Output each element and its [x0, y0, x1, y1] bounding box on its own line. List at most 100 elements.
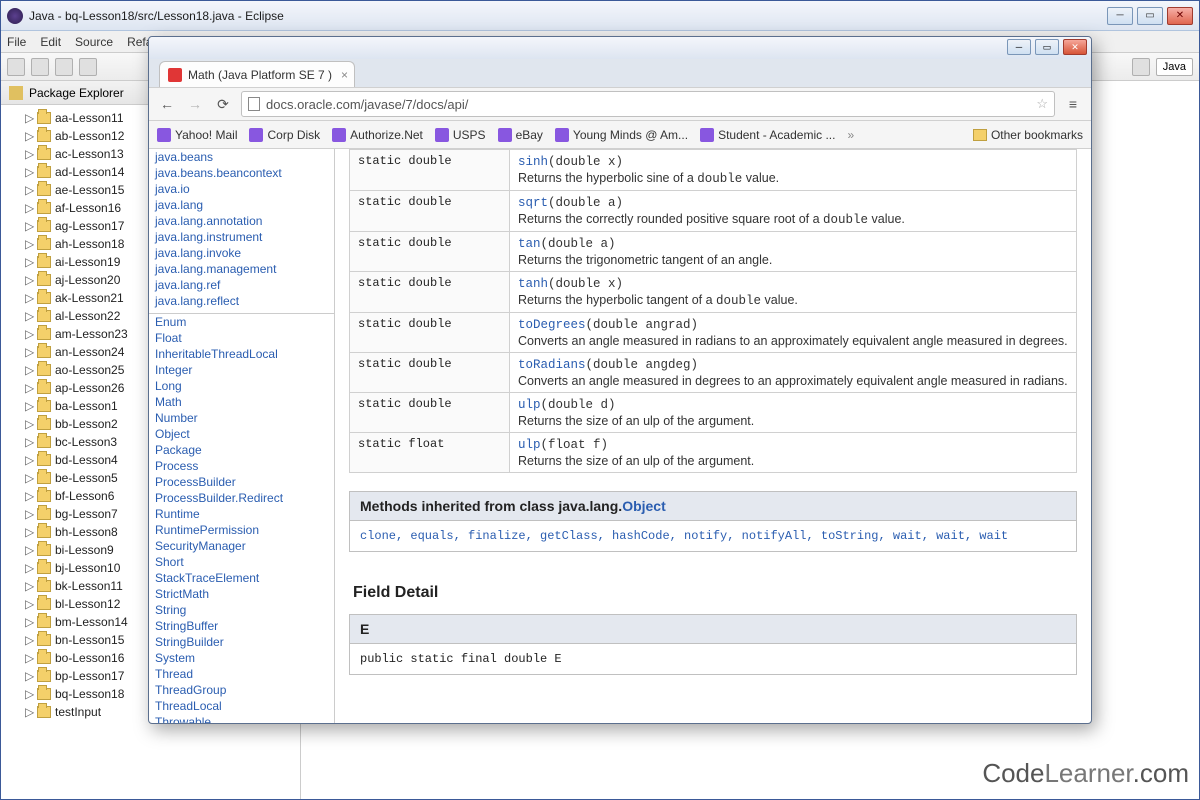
- class-link[interactable]: Enum: [149, 314, 334, 330]
- close-button[interactable]: ✕: [1167, 7, 1193, 25]
- tab-close-icon[interactable]: ×: [341, 68, 348, 82]
- menu-icon[interactable]: ≡: [1063, 94, 1083, 114]
- menu-file[interactable]: File: [7, 35, 26, 49]
- package-link[interactable]: java.lang.ref: [149, 277, 334, 293]
- chrome-minimize-button[interactable]: ─: [1007, 39, 1031, 55]
- save-all-icon[interactable]: [55, 58, 73, 76]
- class-link[interactable]: StackTraceElement: [149, 570, 334, 586]
- class-link[interactable]: SecurityManager: [149, 538, 334, 554]
- class-link[interactable]: Throwable: [149, 714, 334, 723]
- method-row: static doubletoRadians(double angdeg)Con…: [350, 353, 1077, 393]
- bookmarks-bar: Yahoo! Mail Corp Disk Authorize.Net USPS eBa…: [149, 121, 1091, 149]
- class-list-frame[interactable]: EnumFloatInheritableThreadLocalIntegerLo…: [149, 314, 334, 723]
- package-link[interactable]: java.beans: [149, 149, 334, 165]
- java-perspective-badge[interactable]: Java: [1156, 58, 1193, 76]
- url-bar[interactable]: docs.oracle.com/javase/7/docs/api/ ☆: [241, 91, 1055, 117]
- other-bookmarks[interactable]: Other bookmarks: [973, 128, 1083, 142]
- class-link[interactable]: Number: [149, 410, 334, 426]
- tab-title: Math (Java Platform SE 7 ): [188, 68, 332, 82]
- package-link[interactable]: java.beans.beancontext: [149, 165, 334, 181]
- method-link[interactable]: toRadians: [518, 358, 586, 372]
- bookmarks-overflow-icon[interactable]: »: [847, 128, 854, 142]
- method-link[interactable]: toDegrees: [518, 318, 586, 332]
- class-link[interactable]: Process: [149, 458, 334, 474]
- eclipse-icon: [7, 8, 23, 24]
- oracle-favicon: [168, 68, 182, 82]
- object-class-link[interactable]: Object: [622, 498, 666, 514]
- menu-edit[interactable]: Edit: [40, 35, 61, 49]
- class-link[interactable]: Package: [149, 442, 334, 458]
- class-link[interactable]: ThreadGroup: [149, 682, 334, 698]
- build-icon[interactable]: [79, 58, 97, 76]
- bookmark-item[interactable]: eBay: [498, 128, 543, 142]
- reload-button[interactable]: ⟳: [213, 94, 233, 114]
- eclipse-titlebar: Java - bq-Lesson18/src/Lesson18.java - E…: [1, 1, 1199, 31]
- chrome-maximize-button[interactable]: ▭: [1035, 39, 1059, 55]
- package-link[interactable]: java.lang.management: [149, 261, 334, 277]
- watermark: CodeLearner.com: [982, 758, 1189, 789]
- class-link[interactable]: ProcessBuilder: [149, 474, 334, 490]
- package-link[interactable]: java.lang.instrument: [149, 229, 334, 245]
- bookmark-item[interactable]: Young Minds @ Am...: [555, 128, 688, 142]
- field-detail-box: E public static final double E: [349, 614, 1077, 675]
- method-link[interactable]: sqrt: [518, 196, 548, 210]
- class-link[interactable]: Object: [149, 426, 334, 442]
- bookmark-item[interactable]: Yahoo! Mail: [157, 128, 237, 142]
- minimize-button[interactable]: ─: [1107, 7, 1133, 25]
- open-perspective-icon[interactable]: [1132, 58, 1150, 76]
- method-link[interactable]: ulp: [518, 398, 541, 412]
- class-link[interactable]: System: [149, 650, 334, 666]
- package-link[interactable]: java.io: [149, 181, 334, 197]
- bookmark-item[interactable]: Student - Academic ...: [700, 128, 835, 142]
- package-list-frame[interactable]: java.beansjava.beans.beancontextjava.ioj…: [149, 149, 334, 314]
- save-icon[interactable]: [31, 58, 49, 76]
- class-link[interactable]: Runtime: [149, 506, 334, 522]
- inherited-methods-list: clone, equals, finalize, getClass, hashC…: [349, 521, 1077, 552]
- forward-button[interactable]: →: [185, 94, 205, 114]
- package-link[interactable]: java.lang.annotation: [149, 213, 334, 229]
- package-link[interactable]: java.lang.reflect: [149, 293, 334, 309]
- class-link[interactable]: InheritableThreadLocal: [149, 346, 334, 362]
- bookmark-item[interactable]: Corp Disk: [249, 128, 320, 142]
- class-link[interactable]: ProcessBuilder.Redirect: [149, 490, 334, 506]
- class-link[interactable]: String: [149, 602, 334, 618]
- class-link[interactable]: Long: [149, 378, 334, 394]
- new-icon[interactable]: [7, 58, 25, 76]
- inherited-methods-header: Methods inherited from class java.lang.O…: [349, 491, 1077, 521]
- back-button[interactable]: ←: [157, 94, 177, 114]
- class-link[interactable]: StringBuffer: [149, 618, 334, 634]
- package-explorer-title: Package Explorer: [29, 86, 124, 100]
- method-summary-table: static doublesinh(double x)Returns the h…: [349, 149, 1077, 473]
- chrome-window: ─ ▭ ✕ Math (Java Platform SE 7 ) × ← → ⟳…: [148, 36, 1092, 724]
- method-row: static doubletoDegrees(double angrad)Con…: [350, 313, 1077, 353]
- method-row: static doubletanh(double x)Returns the h…: [350, 272, 1077, 313]
- chrome-tabstrip: Math (Java Platform SE 7 ) ×: [149, 59, 1091, 87]
- bookmark-item[interactable]: USPS: [435, 128, 486, 142]
- class-link[interactable]: Integer: [149, 362, 334, 378]
- package-link[interactable]: java.lang.invoke: [149, 245, 334, 261]
- class-link[interactable]: RuntimePermission: [149, 522, 334, 538]
- bookmark-item[interactable]: Authorize.Net: [332, 128, 423, 142]
- javadoc-left-frames: java.beansjava.beans.beancontextjava.ioj…: [149, 149, 335, 723]
- maximize-button[interactable]: ▭: [1137, 7, 1163, 25]
- method-link[interactable]: tan: [518, 237, 541, 251]
- menu-source[interactable]: Source: [75, 35, 113, 49]
- class-link[interactable]: Float: [149, 330, 334, 346]
- bookmark-star-icon[interactable]: ☆: [1036, 96, 1048, 112]
- method-link[interactable]: sinh: [518, 155, 548, 169]
- chrome-titlebar: ─ ▭ ✕: [149, 37, 1091, 59]
- field-name: E: [350, 615, 1076, 644]
- method-link[interactable]: tanh: [518, 277, 548, 291]
- package-link[interactable]: java.lang: [149, 197, 334, 213]
- class-link[interactable]: StringBuilder: [149, 634, 334, 650]
- class-link[interactable]: StrictMath: [149, 586, 334, 602]
- javadoc-main-frame[interactable]: static doublesinh(double x)Returns the h…: [335, 149, 1091, 723]
- class-link[interactable]: Math: [149, 394, 334, 410]
- browser-tab[interactable]: Math (Java Platform SE 7 ) ×: [159, 61, 355, 87]
- class-link[interactable]: ThreadLocal: [149, 698, 334, 714]
- class-link[interactable]: Thread: [149, 666, 334, 682]
- chrome-close-button[interactable]: ✕: [1063, 39, 1087, 55]
- method-link[interactable]: ulp: [518, 438, 541, 452]
- chrome-nav-toolbar: ← → ⟳ docs.oracle.com/javase/7/docs/api/…: [149, 87, 1091, 121]
- class-link[interactable]: Short: [149, 554, 334, 570]
